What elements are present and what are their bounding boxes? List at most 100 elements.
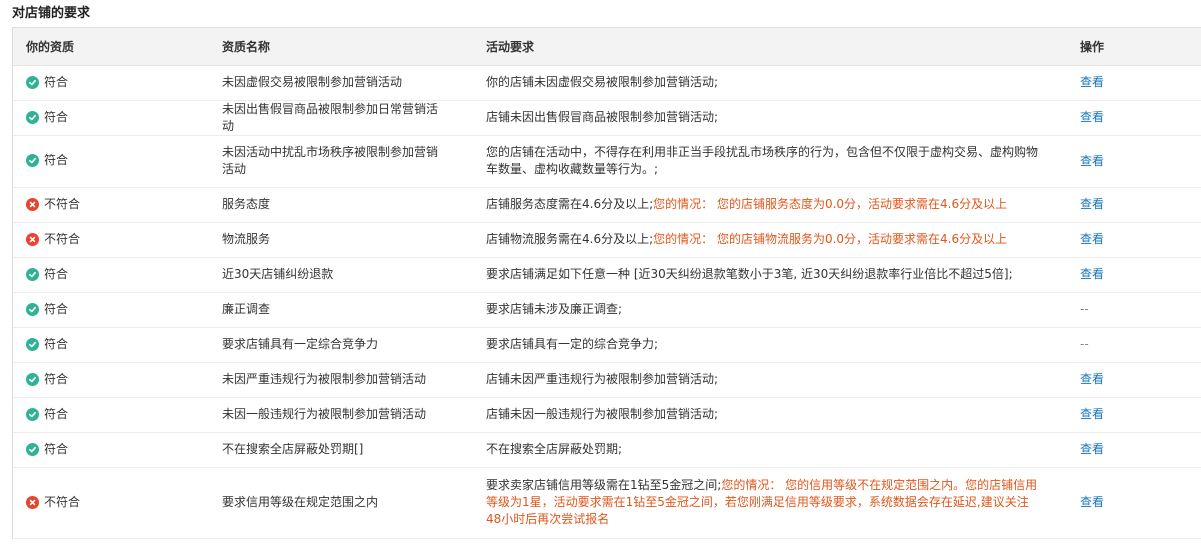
view-link[interactable]: 查看 [1080,154,1104,168]
table-row: 符合 未因虚假交易被限制参加营销活动 你的店铺未因虚假交易被限制参加营销活动; 查看 [13,65,1201,100]
view-link[interactable]: 查看 [1080,232,1104,246]
table-row: 符合 近30天店铺纠纷退款 要求店铺满足如下任意一种 [近30天纠纷退款笔数小于3笔… [13,257,1201,292]
requirements-table-wrapper: 你的资质 资质名称 活动要求 操作 符合 未因虚假交易被限制参加营销活动 你的店铺未… [12,27,1201,539]
qualification-name: 不在搜索全店屏蔽处罚期[] [222,442,364,456]
status-label: 符合 [44,336,69,351]
table-row: 符合 未因一般违规行为被限制参加营销活动 店铺未因一般违规行为被限制参加营销活动; 查… [13,397,1201,432]
check-circle-icon [26,442,39,456]
action-cell: 查看 [1068,432,1201,467]
view-link[interactable]: 查看 [1080,197,1104,211]
action-cell: 查看 [1068,362,1201,397]
requirement-warning: 您的情况： 您的店铺服务态度为0.0分，活动要求需在4.6分及以上 [653,197,1008,211]
table-row: 不符合 要求信用等级在规定范围之内 要求卖家店铺信用等级需在1钻至5金冠之间;您的情… [13,467,1201,538]
table-row: 符合 未因出售假冒商品被限制参加日常营销活动 店铺未因出售假冒商品被限制参加营销活动… [13,100,1201,135]
action-cell: 查看 [1068,222,1201,257]
status-label: 不符合 [44,196,81,211]
check-circle-icon [26,110,39,124]
check-circle-icon [26,337,39,351]
requirement-cell: 店铺物流服务需在4.6分及以上;您的情况： 您的店铺物流服务为0.0分，活动要求… [472,222,1068,257]
qualification-cell: 符合 [13,100,210,135]
column-header-qualification: 你的资质 [13,28,210,66]
requirement-text: 要求店铺具有一定的综合竞争力; [486,337,659,351]
qualification-cell: 符合 [13,65,210,100]
column-header-action: 操作 [1068,28,1201,66]
check-circle-icon [26,154,39,167]
status-indicator: 符合 [26,406,68,423]
view-link[interactable]: 查看 [1080,110,1104,124]
qualification-cell: 符合 [13,257,210,292]
requirements-table: 你的资质 资质名称 活动要求 操作 符合 未因虚假交易被限制参加营销活动 你的店铺未… [13,28,1201,539]
requirement-cell: 要求卖家店铺信用等级需在1钻至5金冠之间;您的情况： 您的信用等级不在规定范围之… [472,467,1068,538]
cross-circle-icon [26,495,39,509]
qualification-cell: 不符合 [13,187,210,222]
requirement-text: 店铺未因出售假冒商品被限制参加营销活动; [486,110,719,124]
qualification-name: 要求信用等级在规定范围之内 [222,495,379,509]
status-label: 符合 [44,371,69,386]
qualification-name: 近30天店铺纠纷退款 [222,267,334,281]
status-indicator: 符合 [26,74,68,91]
requirement-warning: 您的情况： 您的店铺物流服务为0.0分，活动要求需在4.6分及以上 [653,232,1008,246]
requirement-text: 店铺未因严重违规行为被限制参加营销活动; [486,372,719,386]
status-label: 符合 [44,153,69,167]
view-link[interactable]: 查看 [1080,75,1104,89]
action-cell: 查看 [1068,65,1201,100]
requirement-cell: 店铺未因一般违规行为被限制参加营销活动; [472,397,1068,432]
requirement-text: 不在搜索全店屏蔽处罚期; [486,442,623,456]
action-cell: -- [1068,292,1201,327]
qualification-name: 廉正调查 [222,302,271,316]
requirement-cell: 要求店铺未涉及廉正调查; [472,292,1068,327]
qualification-name: 未因严重违规行为被限制参加营销活动 [222,372,427,386]
qualification-cell: 符合 [13,292,210,327]
status-indicator: 符合 [26,371,68,388]
requirement-text: 店铺服务态度需在4.6分及以上; [486,197,654,211]
action-cell: 查看 [1068,397,1201,432]
table-row: 符合 要求店铺具有一定综合竞争力 要求店铺具有一定的综合竞争力; -- [13,327,1201,362]
status-indicator: 不符合 [26,231,80,248]
view-link[interactable]: 查看 [1080,372,1104,386]
action-cell: 查看 [1068,187,1201,222]
no-action-placeholder: -- [1080,337,1089,351]
qualification-cell: 符合 [13,362,210,397]
check-circle-icon [26,372,39,386]
column-header-name: 资质名称 [210,28,472,66]
qualification-cell: 符合 [13,397,210,432]
qualification-name: 要求店铺具有一定综合竞争力 [222,337,379,351]
status-label: 符合 [44,301,69,316]
view-link[interactable]: 查看 [1080,495,1104,509]
table-row: 不符合 物流服务 店铺物流服务需在4.6分及以上;您的情况： 您的店铺物流服务为0.… [13,222,1201,257]
requirement-cell: 您的店铺在活动中，不得存在利用非正当手段扰乱市场秩序的行为，包含但不仅限于虚构交… [472,135,1068,187]
requirement-cell: 要求店铺满足如下任意一种 [近30天纠纷退款笔数小于3笔, 近30天纠纷退款率行… [472,257,1068,292]
table-row: 符合 未因严重违规行为被限制参加营销活动 店铺未因严重违规行为被限制参加营销活动; 查… [13,362,1201,397]
qualification-name: 物流服务 [222,232,271,246]
cross-circle-icon [26,197,39,211]
qualification-name: 未因一般违规行为被限制参加营销活动 [222,407,427,421]
requirement-cell: 店铺未因严重违规行为被限制参加营销活动; [472,362,1068,397]
qualification-cell: 符合 [13,327,210,362]
qualification-name: 服务态度 [222,197,271,211]
status-indicator: 符合 [26,152,68,169]
view-link[interactable]: 查看 [1080,407,1104,421]
status-label: 符合 [44,406,69,421]
requirement-cell: 不在搜索全店屏蔽处罚期; [472,432,1068,467]
shop-requirements-page: 对店铺的要求 你的资质 资质名称 活动要求 操作 符合 未因虚假交易被限制参加营销… [0,0,1201,545]
status-label: 符合 [44,441,69,456]
table-row: 符合 廉正调查 要求店铺未涉及廉正调查; -- [13,292,1201,327]
check-circle-icon [26,302,39,316]
action-cell: 查看 [1068,467,1201,538]
status-label: 符合 [44,109,69,124]
requirement-text: 您的店铺在活动中，不得存在利用非正当手段扰乱市场秩序的行为，包含但不仅限于虚构交… [486,145,1039,176]
view-link[interactable]: 查看 [1080,442,1104,456]
status-label: 符合 [44,266,69,281]
action-cell: -- [1068,327,1201,362]
view-link[interactable]: 查看 [1080,267,1104,281]
requirement-text: 你的店铺未因虚假交易被限制参加营销活动; [486,75,719,89]
qualification-cell: 符合 [13,135,210,187]
action-cell: 查看 [1068,100,1201,135]
requirement-text: 店铺物流服务需在4.6分及以上; [486,232,654,246]
status-label: 符合 [44,74,69,89]
qualification-cell: 符合 [13,432,210,467]
status-label: 不符合 [44,231,81,246]
table-header-row: 你的资质 资质名称 活动要求 操作 [13,28,1201,66]
requirement-cell: 你的店铺未因虚假交易被限制参加营销活动; [472,65,1068,100]
qualification-name: 未因活动中扰乱市场秩序被限制参加营销活动 [222,145,439,176]
